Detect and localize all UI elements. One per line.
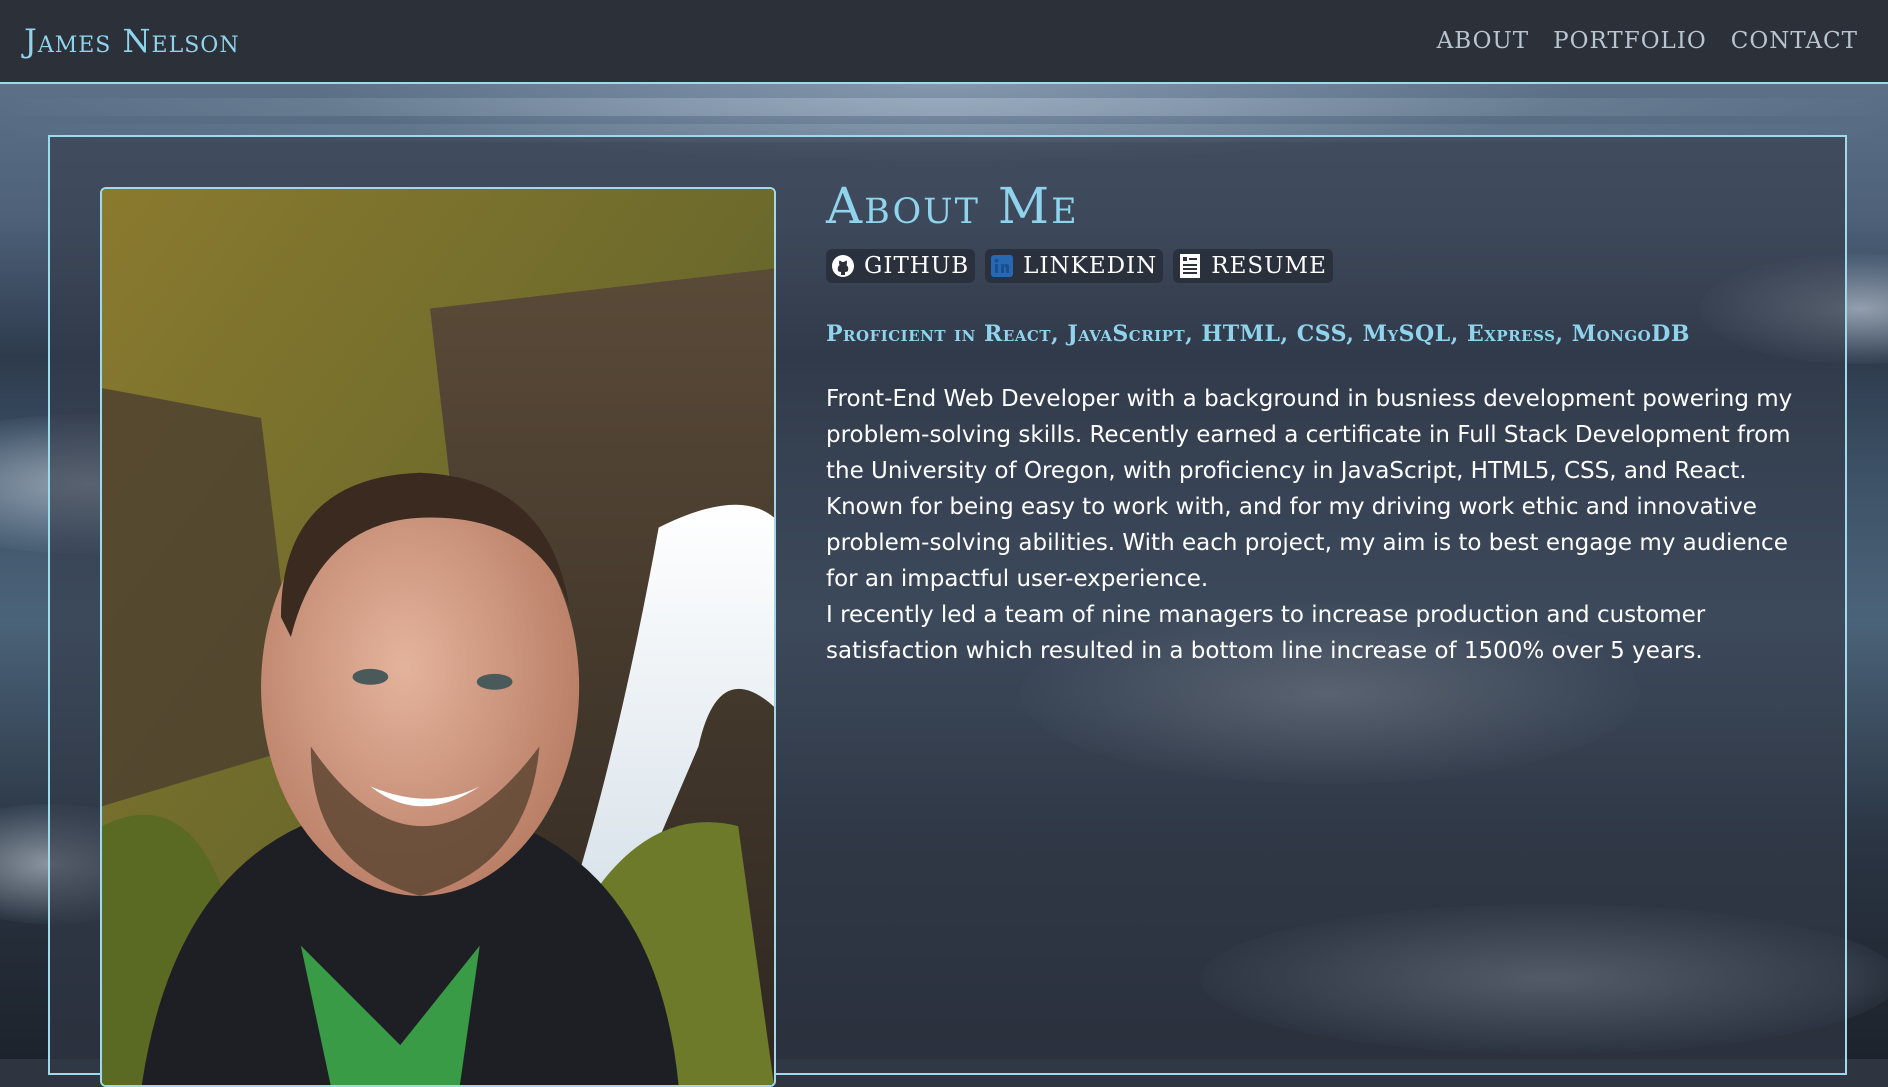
brand-name[interactable]: James Nelson: [24, 22, 240, 60]
page-title: About Me: [826, 177, 1079, 235]
resume-icon: [1177, 253, 1203, 279]
about-card: About Me GitHub: [48, 135, 1847, 1087]
linkedin-icon: [989, 253, 1015, 279]
about-content: About Me GitHub: [826, 177, 1816, 669]
profile-links: GitHub LinkedIn: [826, 249, 1816, 283]
skills-heading: Proficient in React, JavaScript, HTML, C…: [826, 321, 1690, 347]
resume-link[interactable]: Resume: [1173, 249, 1333, 283]
profile-photo: [100, 187, 776, 1087]
linkedin-label: LinkedIn: [1023, 253, 1158, 279]
sky-streak: [0, 98, 1888, 116]
nav-contact[interactable]: Contact: [1731, 28, 1858, 54]
github-label: GitHub: [864, 253, 970, 279]
nav-portfolio[interactable]: Portfolio: [1553, 28, 1707, 54]
bio-text: Front-End Web Developer with a backgroun…: [826, 381, 1816, 669]
resume-label: Resume: [1211, 253, 1327, 279]
nav-links: About Portfolio Contact: [1437, 28, 1864, 54]
github-link[interactable]: GitHub: [826, 249, 976, 283]
bio-paragraph: I recently led a team of nine managers t…: [826, 602, 1706, 664]
nav-about[interactable]: About: [1437, 28, 1530, 54]
navbar: James Nelson About Portfolio Contact: [0, 0, 1888, 84]
linkedin-link[interactable]: LinkedIn: [985, 249, 1164, 283]
github-icon: [830, 253, 856, 279]
bio-paragraph: Front-End Web Developer with a backgroun…: [826, 386, 1793, 592]
profile-photo-illustration: [102, 189, 774, 1085]
